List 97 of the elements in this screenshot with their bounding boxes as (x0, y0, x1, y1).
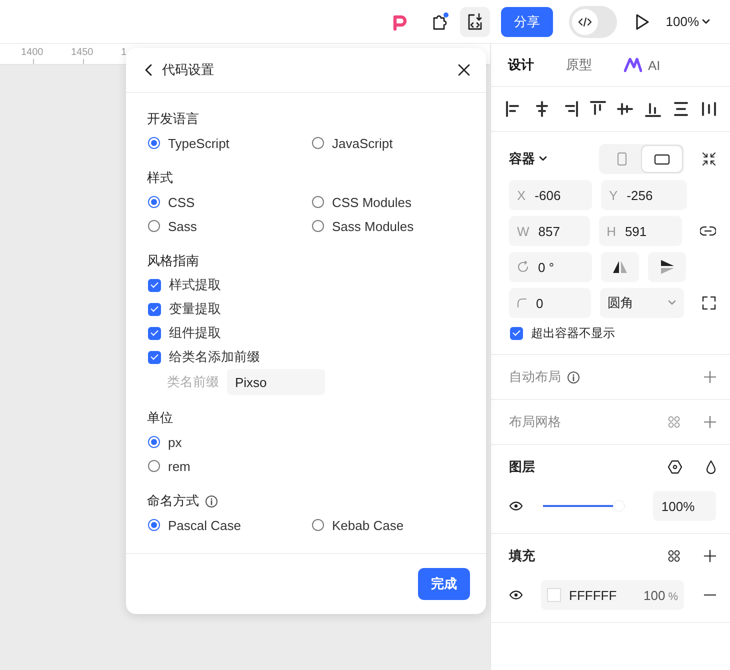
eye-icon[interactable] (509, 501, 523, 511)
code-export-button[interactable] (460, 6, 490, 36)
back-icon[interactable] (144, 63, 154, 77)
panel-tab[interactable]: 设计 (508, 56, 534, 74)
corner-radius-input-field[interactable]: 0 (509, 288, 591, 318)
panel-tab[interactable]: AI (624, 58, 660, 72)
section-title: 样式 (147, 169, 173, 187)
drop-icon[interactable] (706, 460, 716, 474)
rotate-icon (517, 261, 529, 273)
minus-icon[interactable] (704, 594, 716, 596)
portrait-frame-icon (616, 152, 627, 166)
field-label: 类名前缀 (167, 373, 219, 391)
radio-button[interactable] (148, 460, 160, 472)
radio-button[interactable] (148, 436, 160, 448)
caret-icon (702, 18, 710, 24)
zoom-dropdown[interactable]: 100% (666, 14, 710, 29)
hexagon-icon[interactable] (668, 460, 682, 474)
option-label: 样式提取 (169, 276, 221, 294)
info-icon (205, 494, 218, 508)
code-icon (578, 16, 592, 28)
flip-horizontal-icon (612, 260, 628, 274)
radio-button[interactable] (312, 137, 324, 149)
flip-vertical-button[interactable] (648, 252, 686, 282)
ruler-label: 1400 (21, 47, 44, 58)
radio-button[interactable] (312, 519, 324, 531)
section-title: 填充 (509, 547, 535, 565)
done-button[interactable]: 完成 (418, 568, 470, 600)
corner-icon (517, 298, 527, 308)
ruler-label: 1 (121, 47, 127, 58)
section-title: 图层 (509, 458, 535, 476)
radio-button[interactable] (312, 220, 324, 232)
flip-vertical-icon (659, 259, 675, 275)
checkbox-label: 超出容器不显示 (531, 324, 615, 342)
radio-button[interactable] (312, 196, 324, 208)
distribute-vertical-icon[interactable] (672, 100, 690, 118)
align-middle-icon[interactable] (616, 100, 634, 118)
rotation-input-field[interactable]: 0 ° (509, 252, 592, 282)
option-label: rem (168, 458, 190, 474)
checkbox[interactable] (148, 278, 161, 292)
link-icon[interactable] (700, 226, 716, 236)
radio-button[interactable] (148, 519, 160, 531)
coordinate-input-field[interactable]: W 857 (509, 216, 590, 246)
plus-icon[interactable] (704, 550, 716, 562)
logo-icon[interactable] (390, 12, 409, 30)
option-label: Kebab Case (332, 518, 404, 532)
share-button[interactable]: 分享 (500, 6, 553, 36)
option-label: Sass (168, 218, 197, 234)
checkbox[interactable] (148, 326, 161, 340)
section-title: 命名方式 (147, 492, 199, 510)
option-label: CSS Modules (332, 194, 412, 210)
coordinate-input-field[interactable]: Y -256 (601, 180, 687, 210)
section-title: 布局网格 (509, 413, 561, 431)
grid-icon[interactable] (668, 550, 680, 562)
option-label: 变量提取 (169, 300, 221, 318)
container-dropdown[interactable]: 容器 (509, 150, 590, 168)
caret-icon (539, 156, 547, 162)
section-title: 风格指南 (147, 252, 199, 270)
corner-type-dropdown[interactable]: 圆角 (600, 288, 684, 318)
option-label: TypeScript (168, 136, 230, 150)
option-label: Sass Modules (332, 218, 414, 234)
dev-mode-toggle[interactable] (568, 6, 617, 38)
expand-icon[interactable] (702, 296, 716, 310)
distribute-horizontal-icon[interactable] (700, 100, 718, 118)
checkbox[interactable] (148, 350, 161, 364)
coordinate-input-field[interactable]: X -606 (509, 180, 592, 210)
align-bottom-icon[interactable] (644, 100, 662, 118)
checkbox[interactable] (148, 302, 161, 316)
option-label: Pascal Case (168, 518, 241, 532)
prefix-input-field[interactable]: Pixso (227, 369, 325, 395)
option-label: JavaScript (332, 136, 393, 150)
option-label: CSS (168, 194, 195, 210)
dialog-title: 代码设置 (162, 61, 215, 79)
info-icon (567, 370, 580, 384)
caret-icon (668, 300, 676, 306)
eye-icon[interactable] (509, 590, 523, 600)
fill-input-field[interactable]: FFFFFF 100 % (541, 580, 684, 610)
ai-logo-icon (624, 58, 642, 72)
radio-button[interactable] (148, 137, 160, 149)
section-title: 单位 (147, 409, 173, 427)
close-icon[interactable] (458, 64, 470, 76)
flip-horizontal-button[interactable] (601, 252, 639, 282)
collapse-icon[interactable] (702, 152, 716, 166)
panel-tab[interactable]: 原型 (566, 56, 592, 74)
align-top-icon[interactable] (588, 100, 607, 118)
checkbox[interactable] (510, 326, 523, 340)
landscape-frame-icon (654, 154, 670, 164)
radio-button[interactable] (148, 196, 160, 208)
landscape-button[interactable] (642, 146, 682, 172)
opacity-input-field[interactable]: 100% (653, 491, 716, 521)
ruler-label: 1450 (71, 47, 94, 58)
option-label: 给类名添加前缀 (169, 348, 260, 366)
option-label: px (168, 434, 182, 450)
section-title: 自动布局 (509, 368, 561, 386)
option-label: 组件提取 (169, 324, 221, 342)
coordinate-input-field[interactable]: H 591 (598, 216, 682, 246)
section-title: 开发语言 (147, 110, 199, 128)
radio-button[interactable] (148, 220, 160, 232)
